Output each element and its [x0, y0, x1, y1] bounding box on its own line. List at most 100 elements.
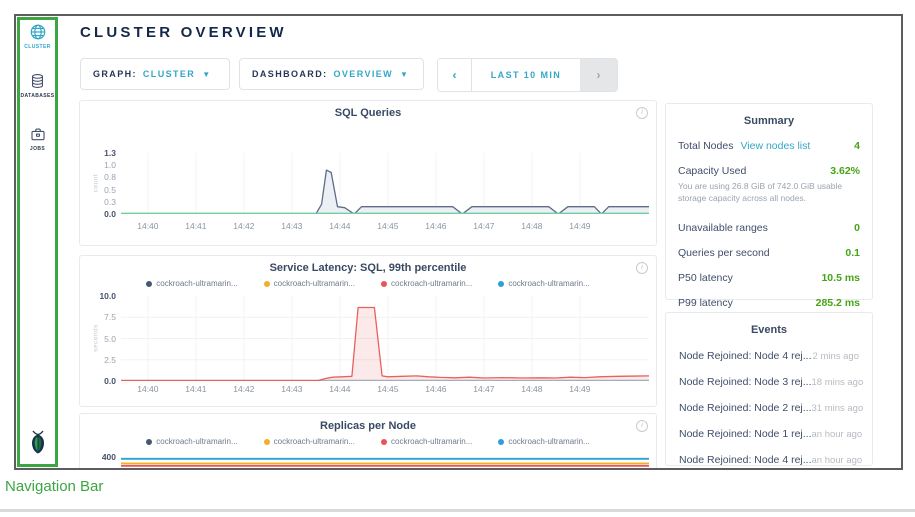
y-tick-label: 0.5 — [104, 185, 116, 195]
x-tick-label: 14:49 — [569, 384, 590, 394]
event-row: Node Rejoined: Node 4 rej...an hour ago — [666, 454, 872, 466]
row-value: 285.2 ms — [816, 297, 860, 309]
globe-icon — [29, 23, 47, 41]
event-row: Node Rejoined: Node 4 rej...2 mins ago — [666, 350, 872, 362]
sidebar-item-label: DATABASES — [20, 93, 55, 99]
x-tick-label: 14:40 — [137, 384, 158, 394]
event-time: 18 mins ago — [812, 377, 864, 388]
event-time: 2 mins ago — [813, 351, 859, 362]
chart-title: Replicas per Node — [80, 420, 656, 432]
events-list: Node Rejoined: Node 4 rej...2 mins ago No… — [666, 350, 872, 466]
legend-label: cockroach-ultramarin... — [156, 279, 237, 288]
chevron-down-icon: ▼ — [400, 70, 408, 79]
legend-dot-icon — [381, 439, 387, 445]
x-tick-label: 14:48 — [521, 221, 542, 231]
events-title: Events — [666, 313, 872, 336]
y-axis: 400 — [80, 457, 116, 470]
legend-item: cockroach-ultramarin... — [146, 279, 237, 288]
time-range-label[interactable]: LAST 10 MIN — [472, 59, 580, 91]
x-tick-label: 14:45 — [377, 221, 398, 231]
row-label: P50 latency — [678, 272, 733, 284]
events-panel: Events Node Rejoined: Node 4 rej...2 min… — [665, 312, 873, 466]
x-tick-label: 14:44 — [329, 221, 350, 231]
x-axis: 14:4014:4114:4214:4314:4414:4514:4614:47… — [121, 384, 649, 396]
capacity-used-label: Capacity Used — [678, 165, 746, 177]
summary-row-p99-latency: P99 latency 285.2 ms — [666, 297, 872, 309]
x-tick-label: 14:46 — [425, 384, 446, 394]
dashboard-controls: GRAPH: CLUSTER ▼ DASHBOARD: OVERVIEW ▼ ‹… — [80, 58, 618, 92]
row-value: 10.5 ms — [821, 272, 860, 284]
navigation-bar: CLUSTER DATABASES JOBS — [17, 17, 58, 467]
legend-label: cockroach-ultramarin... — [508, 437, 589, 446]
legend-label: cockroach-ultramarin... — [274, 437, 355, 446]
x-tick-label: 14:43 — [281, 384, 302, 394]
chevron-down-icon: ▼ — [202, 70, 210, 79]
event-row: Node Rejoined: Node 1 rej...an hour ago — [666, 428, 872, 440]
y-axis: 10.07.55.02.50.0 — [80, 296, 116, 381]
legend-label: cockroach-ultramarin... — [274, 279, 355, 288]
legend-item: cockroach-ultramarin... — [264, 437, 355, 446]
chart-title: SQL Queries — [80, 107, 656, 119]
graph-dropdown-label: GRAPH: — [93, 69, 137, 79]
chart-title: Service Latency: SQL, 99th percentile — [80, 262, 656, 274]
capacity-description: You are using 26.8 GiB of 742.0 GiB usab… — [678, 181, 860, 205]
y-tick-label: 10.0 — [99, 291, 116, 301]
x-tick-label: 14:40 — [137, 221, 158, 231]
y-tick-label: 400 — [102, 452, 116, 462]
time-prev-button[interactable]: ‹ — [438, 59, 472, 91]
dashboard-dropdown[interactable]: DASHBOARD: OVERVIEW ▼ — [239, 58, 424, 90]
y-tick-label: 0.8 — [104, 172, 116, 182]
row-label: P99 latency — [678, 297, 733, 309]
legend-label: cockroach-ultramarin... — [391, 437, 472, 446]
view-nodes-list-link[interactable]: View nodes list — [740, 140, 810, 152]
event-row: Node Rejoined: Node 2 rej...31 mins ago — [666, 402, 872, 414]
info-icon[interactable]: i — [636, 107, 648, 119]
sidebar-item-cluster[interactable]: CLUSTER — [20, 23, 55, 50]
event-message: Node Rejoined: Node 3 rej... — [679, 376, 812, 388]
x-tick-label: 14:47 — [473, 221, 494, 231]
row-label: Unavailable ranges — [678, 222, 768, 234]
legend-dot-icon — [146, 281, 152, 287]
summary-row-queries-per-second: Queries per second 0.1 — [666, 247, 872, 259]
service-latency-chart[interactable] — [121, 296, 649, 381]
admin-ui-window: CLUSTER DATABASES JOBS — [14, 14, 903, 470]
y-tick-label: 5.0 — [104, 334, 116, 344]
sql-queries-chart[interactable] — [121, 153, 649, 214]
x-tick-label: 14:45 — [377, 384, 398, 394]
x-tick-label: 14:44 — [329, 384, 350, 394]
y-tick-label: 0.0 — [104, 209, 116, 219]
legend-item: cockroach-ultramarin... — [498, 279, 589, 288]
legend-dot-icon — [498, 439, 504, 445]
info-icon[interactable]: i — [636, 420, 648, 432]
legend-item: cockroach-ultramarin... — [146, 437, 237, 446]
event-message: Node Rejoined: Node 2 rej... — [679, 402, 812, 414]
legend-dot-icon — [381, 281, 387, 287]
summary-row-p50-latency: P50 latency 10.5 ms — [666, 272, 872, 284]
legend-label: cockroach-ultramarin... — [156, 437, 237, 446]
legend-item: cockroach-ultramarin... — [381, 279, 472, 288]
database-icon — [29, 72, 46, 90]
x-tick-label: 14:46 — [425, 221, 446, 231]
replicas-per-node-chart[interactable] — [121, 457, 649, 470]
cockroachdb-logo[interactable] — [20, 429, 55, 460]
chart-panel-replicas-per-node: Replicas per Node i cockroach-ultramarin… — [79, 413, 657, 470]
graph-dropdown[interactable]: GRAPH: CLUSTER ▼ — [80, 58, 230, 90]
x-tick-label: 14:49 — [569, 221, 590, 231]
chart-legend: cockroach-ultramarin... cockroach-ultrama… — [80, 279, 656, 288]
info-icon[interactable]: i — [636, 262, 648, 274]
row-value: 0 — [854, 222, 860, 234]
x-tick-label: 14:43 — [281, 221, 302, 231]
time-next-button[interactable]: › — [580, 59, 617, 91]
event-time: 31 mins ago — [812, 403, 864, 414]
total-nodes-value: 4 — [854, 140, 860, 152]
x-tick-label: 14:42 — [233, 221, 254, 231]
briefcase-icon — [29, 125, 47, 143]
page-divider — [0, 509, 915, 512]
legend-dot-icon — [264, 281, 270, 287]
sidebar-item-jobs[interactable]: JOBS — [20, 125, 55, 152]
y-tick-label: 2.5 — [104, 355, 116, 365]
legend-item: cockroach-ultramarin... — [264, 279, 355, 288]
legend-item: cockroach-ultramarin... — [381, 437, 472, 446]
x-tick-label: 14:41 — [185, 221, 206, 231]
sidebar-item-databases[interactable]: DATABASES — [20, 72, 55, 99]
